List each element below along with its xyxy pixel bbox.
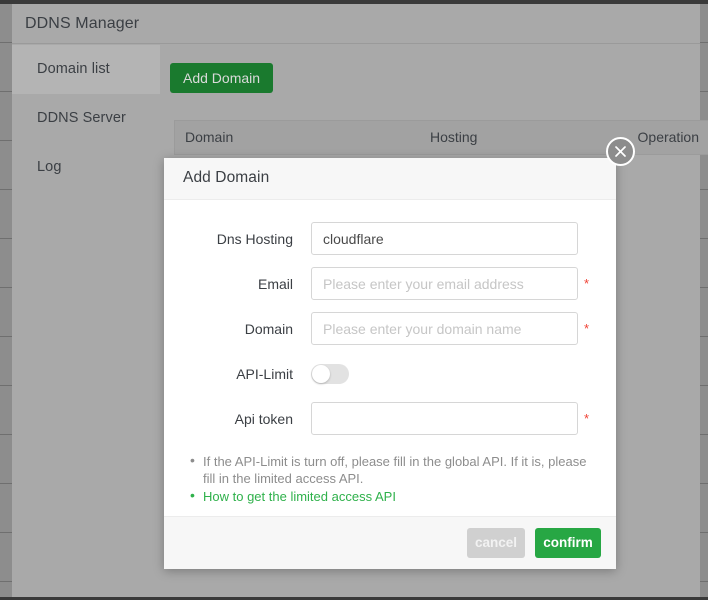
sidebar: Domain list DDNS Server Log (12, 45, 160, 597)
page-right-edge (700, 0, 708, 600)
sidebar-item-label: Domain list (37, 61, 110, 77)
window-top-border (0, 0, 708, 4)
form-row-api-token: Api token * (164, 402, 616, 447)
email-input[interactable] (311, 267, 578, 300)
page-left-edge (0, 0, 12, 600)
sidebar-item-label: DDNS Server (37, 110, 126, 126)
api-token-input[interactable] (311, 402, 578, 435)
close-icon[interactable] (606, 137, 635, 166)
column-header-hosting: Hosting (430, 129, 477, 145)
column-header-domain: Domain (185, 129, 233, 145)
modal-footer: cancel confirm (164, 516, 616, 569)
window-titlebar: DDNS Manager (12, 4, 700, 44)
screen: DDNS Manager Domain list DDNS Server Log… (0, 0, 708, 600)
sidebar-item-log[interactable]: Log (12, 143, 160, 192)
domain-input[interactable] (311, 312, 578, 345)
label-dns-hosting: Dns Hosting (164, 231, 293, 247)
ddns-manager-window: DDNS Manager Domain list DDNS Server Log… (12, 4, 700, 597)
label-email: Email (164, 276, 293, 292)
toggle-knob (312, 365, 330, 383)
sidebar-item-ddns-server[interactable]: DDNS Server (12, 94, 160, 143)
label-domain: Domain (164, 321, 293, 337)
form-row-email: Email * (164, 267, 616, 312)
dns-hosting-input[interactable] (311, 222, 578, 255)
add-domain-modal: Add Domain Dns Hosting Email * (164, 158, 616, 569)
sidebar-item-domain-list[interactable]: Domain list (12, 45, 160, 94)
sidebar-item-label: Log (37, 159, 62, 175)
modal-title: Add Domain (183, 169, 269, 186)
hint-text: If the API-Limit is turn off, please fil… (203, 453, 594, 487)
required-marker-email: * (584, 276, 589, 291)
cancel-button[interactable]: cancel (467, 528, 525, 558)
form-row-api-limit: API-Limit (164, 357, 616, 402)
form-row-domain: Domain * (164, 312, 616, 357)
add-domain-button[interactable]: Add Domain (170, 63, 273, 93)
form-row-dns-hosting: Dns Hosting (164, 222, 616, 267)
modal-body: Dns Hosting Email * Domain (164, 200, 616, 516)
column-header-operation: Operation (638, 129, 699, 145)
label-api-limit: API-Limit (164, 366, 293, 382)
required-marker-api-token: * (584, 411, 589, 426)
api-limit-toggle[interactable] (311, 364, 349, 384)
required-marker-domain: * (584, 321, 589, 336)
confirm-button[interactable]: confirm (535, 528, 601, 558)
page-title: DDNS Manager (25, 15, 139, 33)
label-api-token: Api token (164, 411, 293, 427)
hint-link-limited-access-api[interactable]: How to get the limited access API (203, 488, 594, 505)
modal-hints: If the API-Limit is turn off, please fil… (164, 453, 616, 505)
modal-header: Add Domain (164, 158, 616, 200)
